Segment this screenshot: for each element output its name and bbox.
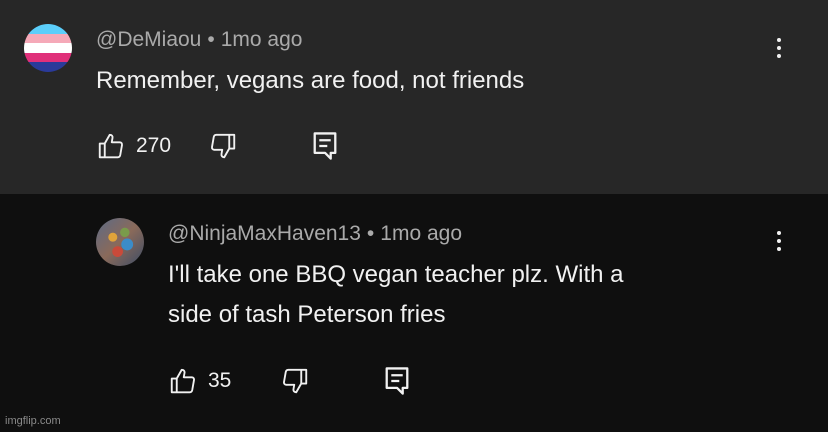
like-count: 35 — [208, 369, 232, 392]
reply-icon[interactable] — [383, 365, 411, 397]
separator-dot: • — [207, 28, 215, 51]
timestamp[interactable]: 1mo ago — [221, 28, 303, 51]
comment-text-line: side of tash Peterson fries — [168, 301, 446, 328]
comment-text-line: I'll take one BBQ vegan teacher plz. Wit… — [168, 261, 624, 288]
username[interactable]: @NinjaMaxHaven13 — [168, 222, 361, 245]
watermark: imgflip.com — [5, 415, 61, 427]
more-vertical-icon[interactable] — [776, 231, 782, 255]
avatar[interactable] — [24, 24, 72, 72]
comment-text: I'll take one BBQ vegan teacher plz. Wit… — [168, 255, 768, 335]
comment-text: Remember, vegans are food, not friends — [96, 67, 525, 94]
timestamp[interactable]: 1mo ago — [380, 222, 462, 245]
comment-meta: @DeMiaou • 1mo ago — [96, 28, 302, 52]
thumbs-down-icon[interactable] — [280, 366, 310, 396]
like-count: 270 — [136, 134, 172, 157]
username[interactable]: @DeMiaou — [96, 28, 201, 51]
comment-meta: @NinjaMaxHaven13 • 1mo ago — [168, 222, 462, 246]
thumbs-up-icon[interactable] — [168, 366, 198, 396]
reply-icon[interactable] — [311, 130, 339, 162]
avatar[interactable] — [96, 218, 144, 266]
separator-dot: • — [366, 222, 375, 245]
more-vertical-icon[interactable] — [776, 38, 782, 62]
thumbs-up-icon[interactable] — [96, 131, 126, 161]
thumbs-down-icon[interactable] — [208, 131, 238, 161]
